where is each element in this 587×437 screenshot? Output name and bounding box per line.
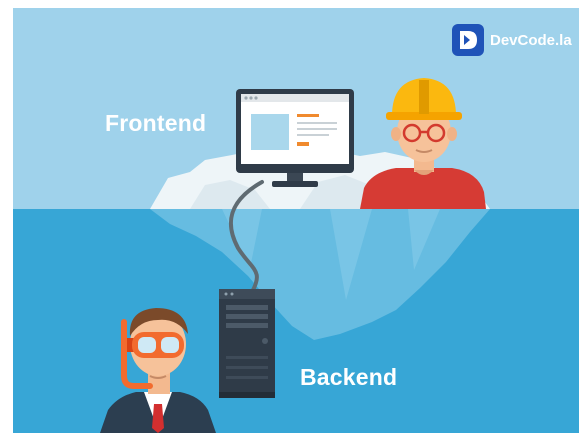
frontend-label: Frontend bbox=[105, 110, 207, 136]
scene-canvas bbox=[0, 0, 587, 437]
brand-name: DevCode.la bbox=[490, 31, 572, 49]
server-icon bbox=[219, 289, 275, 398]
diving-mask-icon bbox=[132, 332, 184, 358]
brand: DevCode.la bbox=[452, 24, 572, 56]
backend-label: Backend bbox=[300, 364, 398, 390]
devcode-logo-icon bbox=[452, 24, 484, 56]
illustration: Frontend Backend DevCode.la bbox=[0, 0, 587, 437]
monitor-icon bbox=[236, 89, 354, 187]
